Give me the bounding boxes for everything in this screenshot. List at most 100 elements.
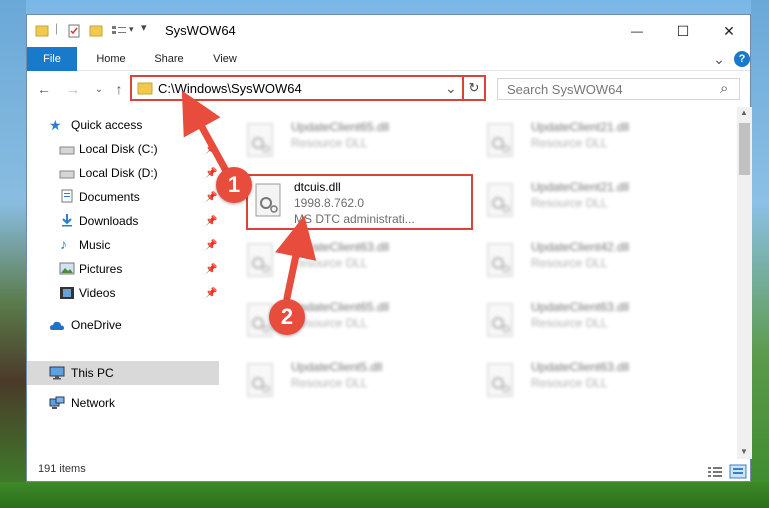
drive-icon: [59, 146, 75, 155]
file-tile[interactable]: UpdateClient21.dll Resource DLL: [481, 177, 701, 225]
file-type: Resource DLL: [531, 256, 608, 270]
file-tile[interactable]: UpdateClient65.dll Resource DLL: [241, 117, 461, 165]
pin-icon: 📌: [205, 287, 218, 299]
desktop-background-left: [0, 0, 26, 508]
sidebar-item-quick-access[interactable]: ★ Quick access: [27, 113, 219, 137]
vertical-scrollbar[interactable]: ▲ ▼: [737, 107, 752, 459]
file-description: MS DTC administrati...: [294, 212, 415, 226]
sidebar-item-this-pc[interactable]: This PC: [27, 361, 219, 385]
file-name: UpdateClient63.dll: [531, 360, 630, 374]
back-button[interactable]: ←: [34, 78, 54, 100]
sidebar-item-pictures[interactable]: Pictures 📌: [27, 257, 219, 281]
sidebar-item-music[interactable]: ♪ Music 📌: [27, 233, 219, 257]
sidebar-item-local-disk-c[interactable]: Local Disk (C:) 📌: [27, 137, 219, 161]
tiles-view-icon[interactable]: [729, 464, 747, 479]
tab-share[interactable]: Share: [145, 47, 193, 71]
network-icon: [49, 396, 65, 409]
file-name: UpdateClient63.dll: [531, 300, 630, 314]
customize-toolbar-icon[interactable]: [111, 22, 127, 40]
tab-file[interactable]: File: [27, 47, 77, 71]
sidebar-item-label: Music: [79, 238, 111, 252]
file-tile-dtcuis[interactable]: dtcuis.dll 1998.8.762.0 MS DTC administr…: [249, 177, 469, 226]
tab-view[interactable]: View: [201, 47, 249, 71]
sidebar-item-label: OneDrive: [71, 318, 122, 332]
sidebar-item-label: Downloads: [79, 214, 139, 228]
download-icon: [62, 214, 72, 227]
file-tile[interactable]: UpdateClient5.dll Resource DLL: [241, 357, 461, 405]
sidebar-item-label: Pictures: [79, 262, 123, 276]
file-version: 1998.8.762.0: [294, 196, 365, 210]
up-button[interactable]: ↑: [109, 78, 129, 100]
forward-button[interactable]: →: [63, 78, 83, 100]
file-type: Resource DLL: [291, 376, 368, 390]
file-name: UpdateClient65.dll: [291, 120, 390, 134]
status-bar: 191 items: [27, 461, 750, 483]
maximize-button[interactable]: ☐: [660, 15, 706, 47]
pin-icon: 📌: [205, 143, 218, 155]
file-tile[interactable]: UpdateClient63.dll Resource DLL: [241, 237, 461, 285]
pin-icon: 📌: [205, 191, 218, 203]
sidebar-item-label: Videos: [79, 286, 116, 300]
search-input[interactable]: Search SysWOW64 ⌕: [497, 78, 740, 100]
dll-file-icon: [487, 303, 513, 337]
dll-file-icon: [487, 243, 513, 277]
dll-file-icon: [487, 183, 513, 217]
file-name: UpdateClient63.dll: [291, 240, 390, 254]
title-bar: | ▾ ▾ SysWOW64 — ☐ ✕: [27, 15, 750, 47]
scroll-thumb[interactable]: [739, 123, 750, 175]
close-button[interactable]: ✕: [706, 15, 752, 47]
navigation-bar: ← → ⌄ ↑ C:\Windows\SysWOW64 ⌄ ↻ Search S…: [27, 72, 750, 106]
sidebar-item-network[interactable]: Network: [27, 391, 219, 415]
customize-quick-access-icon[interactable]: ▾: [141, 21, 147, 39]
sidebar-item-onedrive[interactable]: OneDrive: [27, 313, 219, 337]
sidebar-item-label: This PC: [71, 366, 114, 380]
sidebar-item-label: Documents: [79, 190, 140, 204]
address-path: C:\Windows\SysWOW64: [158, 81, 302, 96]
quick-access-dropdown-icon[interactable]: ▾: [129, 24, 134, 42]
search-icon: ⌕: [720, 80, 729, 97]
file-name: UpdateClient5.dll: [291, 360, 383, 374]
scroll-down-icon[interactable]: ▼: [740, 447, 748, 456]
file-name: dtcuis.dll: [294, 180, 341, 194]
file-type: Resource DLL: [531, 196, 608, 210]
sidebar-item-local-disk-d[interactable]: Local Disk (D:) 📌: [27, 161, 219, 185]
minimize-button[interactable]: —: [614, 15, 660, 47]
details-view-icon[interactable]: [707, 465, 723, 478]
callout-step-2: 2: [269, 299, 305, 335]
dll-file-icon: [255, 183, 281, 217]
sidebar-item-documents[interactable]: Documents 📌: [27, 185, 219, 209]
navigation-pane: ★ Quick access Local Disk (C:) 📌 Local D…: [27, 111, 219, 463]
folder-icon: [35, 25, 49, 37]
title-separator: |: [55, 21, 59, 35]
file-name: UpdateClient65.dll: [291, 300, 390, 314]
address-bar[interactable]: C:\Windows\SysWOW64 ⌄: [130, 75, 486, 101]
help-icon[interactable]: ?: [734, 51, 750, 67]
videos-icon: [60, 287, 74, 299]
ribbon-expand-icon[interactable]: ⌄: [711, 47, 727, 71]
dll-file-icon: [247, 123, 273, 157]
sidebar-item-videos[interactable]: Videos 📌: [27, 281, 219, 305]
properties-icon[interactable]: [67, 22, 81, 40]
recent-locations-button[interactable]: ⌄: [89, 78, 109, 100]
file-tile[interactable]: UpdateClient21.dll Resource DLL: [481, 117, 701, 165]
file-tile[interactable]: UpdateClient63.dll Resource DLL: [481, 297, 701, 345]
dll-file-icon: [247, 243, 273, 277]
documents-icon: [61, 189, 73, 203]
address-dropdown-icon[interactable]: ⌄: [445, 80, 457, 97]
computer-icon: [49, 366, 65, 380]
file-explorer-window: | ▾ ▾ SysWOW64 — ☐ ✕ File Home Share Vie…: [26, 14, 752, 483]
dll-file-icon: [487, 123, 513, 157]
file-tile[interactable]: UpdateClient42.dll Resource DLL: [481, 237, 701, 285]
new-folder-icon[interactable]: [89, 22, 103, 40]
refresh-button[interactable]: ↻: [462, 75, 486, 101]
tab-home[interactable]: Home: [87, 47, 135, 71]
scroll-up-icon[interactable]: ▲: [740, 108, 748, 117]
file-type: Resource DLL: [291, 136, 368, 150]
file-type: Resource DLL: [291, 256, 368, 270]
item-count: 191 items: [38, 463, 86, 475]
file-tile[interactable]: UpdateClient63.dll Resource DLL: [481, 357, 701, 405]
search-placeholder: Search SysWOW64: [507, 82, 623, 97]
sidebar-item-downloads[interactable]: Downloads 📌: [27, 209, 219, 233]
folder-icon: [137, 82, 153, 95]
file-type: Resource DLL: [531, 376, 608, 390]
